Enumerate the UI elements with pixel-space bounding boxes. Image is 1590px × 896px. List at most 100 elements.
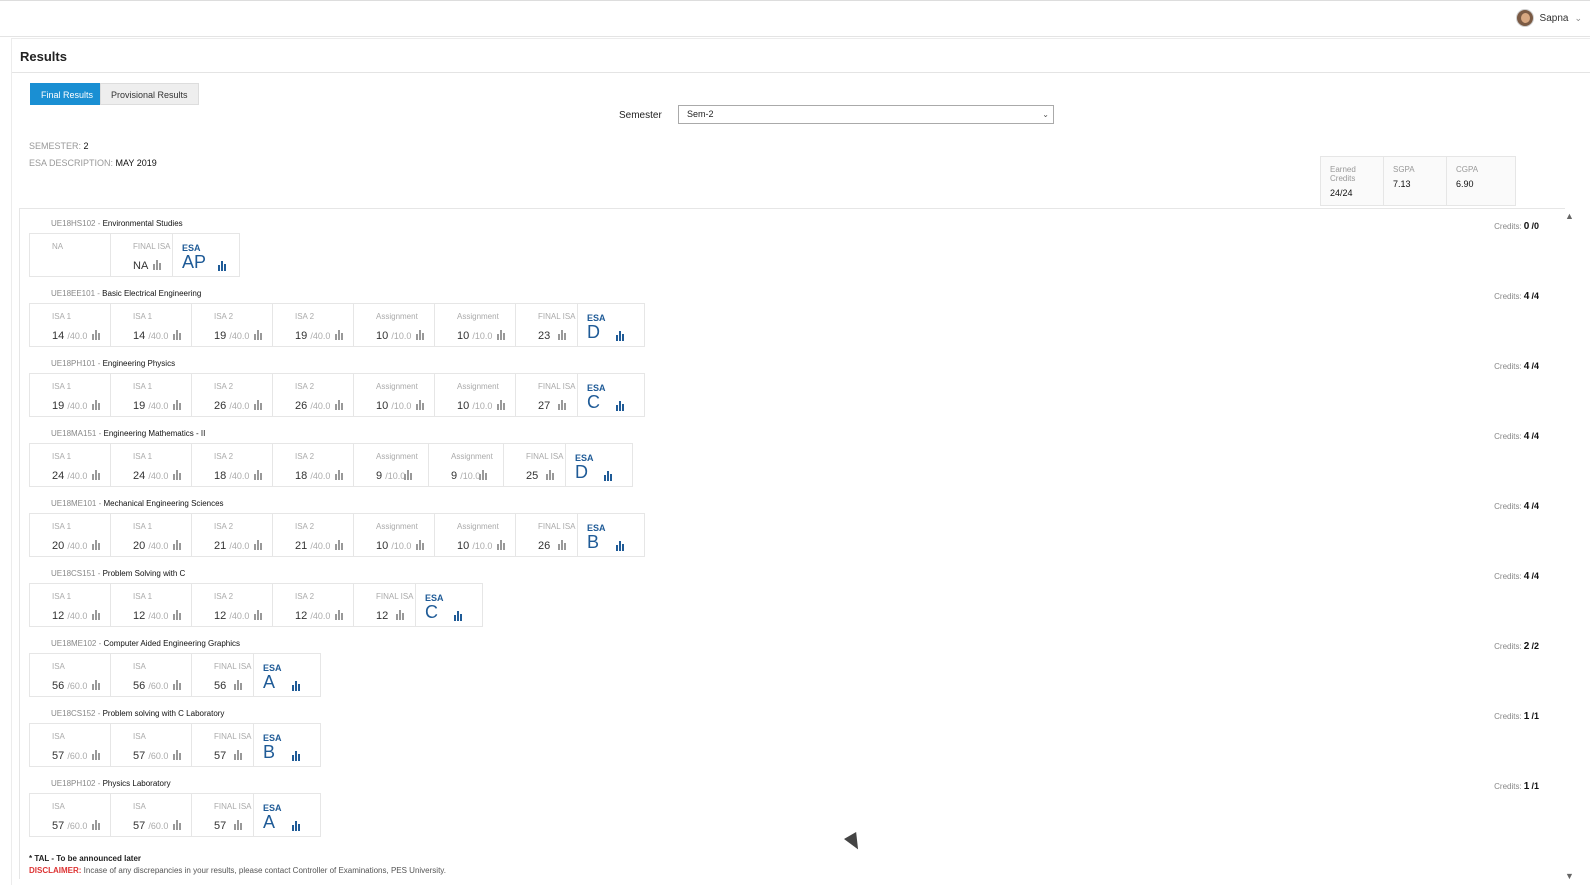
score-value: 9 /10.0 — [451, 470, 480, 482]
credits-total: /4 — [1531, 571, 1539, 581]
bar-chart-icon[interactable] — [234, 820, 244, 830]
bar-chart-icon[interactable] — [254, 610, 264, 620]
bar-chart-icon[interactable] — [92, 330, 102, 340]
score-value: 57 /60.0 — [52, 750, 87, 762]
bar-chart-icon[interactable] — [479, 470, 489, 480]
results-list: UE18HS102 - Environmental Studies Credits… — [19, 208, 1565, 879]
bar-chart-icon[interactable] — [335, 330, 345, 340]
chevron-down-icon: ⌄ — [1042, 110, 1049, 119]
score-label: ISA 1 — [52, 312, 72, 321]
bar-chart-icon[interactable] — [153, 260, 163, 270]
bar-chart-icon[interactable] — [335, 470, 345, 480]
scrollbar[interactable]: ▲ ▼ — [1563, 211, 1577, 881]
course-header: UE18ME102 - Computer Aided Engineering G… — [51, 639, 240, 648]
course-credits: Credits: 0 /0 — [1494, 221, 1539, 232]
user-name[interactable]: Sapna — [1540, 13, 1569, 24]
bar-chart-icon[interactable] — [454, 611, 464, 621]
score-cell: ISA 1 24 /40.0 — [111, 444, 192, 486]
score-cell: ISA 2 18 /40.0 — [273, 444, 354, 486]
bar-chart-icon[interactable] — [292, 821, 302, 831]
score-label: ISA — [133, 732, 146, 741]
score-label: Assignment — [457, 522, 499, 531]
bar-chart-icon[interactable] — [616, 401, 626, 411]
bar-chart-icon[interactable] — [292, 681, 302, 691]
bar-chart-icon[interactable] — [92, 540, 102, 550]
bar-chart-icon[interactable] — [292, 751, 302, 761]
score-cell: ISA 56 /60.0 — [30, 654, 111, 696]
bar-chart-icon[interactable] — [254, 470, 264, 480]
chevron-down-icon[interactable]: ⌄ — [1574, 13, 1582, 24]
bar-chart-icon[interactable] — [173, 820, 183, 830]
bar-chart-icon[interactable] — [92, 680, 102, 690]
final-isa-cell: FINAL ISA 26 — [516, 514, 578, 556]
bar-chart-icon[interactable] — [254, 540, 264, 550]
score-cell: NA — [30, 234, 111, 276]
bar-chart-icon[interactable] — [558, 540, 568, 550]
credits-total: /4 — [1531, 291, 1539, 301]
scroll-up-icon[interactable]: ▲ — [1565, 211, 1574, 221]
score-value: 19 /40.0 — [133, 400, 168, 412]
bar-chart-icon[interactable] — [173, 750, 183, 760]
bar-chart-icon[interactable] — [92, 820, 102, 830]
esa-cell: ESA C — [416, 584, 482, 626]
score-value: 57 /60.0 — [52, 820, 87, 832]
bar-chart-icon[interactable] — [616, 331, 626, 341]
credits-label: Credits: — [1494, 362, 1522, 371]
bar-chart-icon[interactable] — [173, 680, 183, 690]
bar-chart-icon[interactable] — [234, 680, 244, 690]
bar-chart-icon[interactable] — [335, 610, 345, 620]
bar-chart-icon[interactable] — [254, 400, 264, 410]
course-header: UE18CS151 - Problem Solving with C — [51, 569, 185, 578]
bar-chart-icon[interactable] — [335, 400, 345, 410]
score-value: 10 /10.0 — [376, 330, 411, 342]
score-cell: Assignment 10 /10.0 — [435, 514, 516, 556]
bar-chart-icon[interactable] — [254, 330, 264, 340]
tab-final-results[interactable]: Final Results — [30, 83, 105, 105]
score-label: ISA 2 — [214, 382, 234, 391]
credits-label: Credits: — [1494, 292, 1522, 301]
course-code: UE18PH101 - — [51, 359, 101, 368]
bar-chart-icon[interactable] — [92, 750, 102, 760]
scroll-down-icon[interactable]: ▼ — [1565, 871, 1574, 881]
score-label: FINAL ISA — [214, 732, 252, 741]
bar-chart-icon[interactable] — [218, 261, 228, 271]
bar-chart-icon[interactable] — [604, 471, 614, 481]
course-name: Physics Laboratory — [102, 779, 171, 788]
bar-chart-icon[interactable] — [404, 470, 414, 480]
bar-chart-icon[interactable] — [558, 330, 568, 340]
score-number: NA — [133, 260, 149, 272]
bar-chart-icon[interactable] — [497, 330, 507, 340]
course-name: Mechanical Engineering Sciences — [103, 499, 224, 508]
bar-chart-icon[interactable] — [173, 540, 183, 550]
score-cell: Assignment 9 /10.0 — [429, 444, 504, 486]
bar-chart-icon[interactable] — [497, 540, 507, 550]
course-credits: Credits: 4 /4 — [1494, 431, 1539, 442]
esa-cell: ESA C — [578, 374, 644, 416]
bar-chart-icon[interactable] — [416, 330, 426, 340]
bar-chart-icon[interactable] — [396, 610, 406, 620]
bar-chart-icon[interactable] — [92, 470, 102, 480]
bar-chart-icon[interactable] — [173, 400, 183, 410]
bar-chart-icon[interactable] — [546, 470, 556, 480]
score-number: 25 — [526, 470, 539, 482]
tab-provisional-results[interactable]: Provisional Results — [100, 83, 199, 105]
bar-chart-icon[interactable] — [335, 540, 345, 550]
bar-chart-icon[interactable] — [616, 541, 626, 551]
avatar[interactable] — [1515, 9, 1534, 27]
bar-chart-icon[interactable] — [416, 540, 426, 550]
score-number: 18 — [295, 470, 308, 482]
bar-chart-icon[interactable] — [173, 610, 183, 620]
bar-chart-icon[interactable] — [558, 400, 568, 410]
bar-chart-icon[interactable] — [234, 750, 244, 760]
bar-chart-icon[interactable] — [173, 330, 183, 340]
bar-chart-icon[interactable] — [92, 610, 102, 620]
grade-value: D — [575, 462, 588, 482]
bar-chart-icon[interactable] — [497, 400, 507, 410]
bar-chart-icon[interactable] — [416, 400, 426, 410]
user-menu[interactable]: Sapna ⌄ — [1515, 9, 1582, 27]
semester-select[interactable]: Sem-2 ⌄ — [678, 105, 1054, 124]
bar-chart-icon[interactable] — [173, 470, 183, 480]
score-max: /10.0 — [472, 401, 493, 411]
final-isa-cell: FINAL ISA 23 — [516, 304, 578, 346]
bar-chart-icon[interactable] — [92, 400, 102, 410]
